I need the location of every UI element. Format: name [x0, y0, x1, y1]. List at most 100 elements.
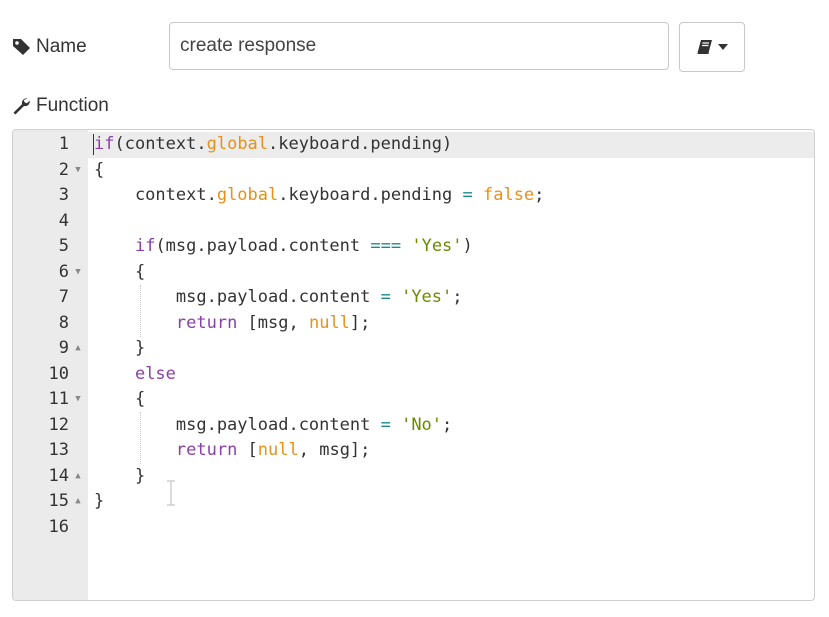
code-token: (msg.payload.content: [155, 236, 371, 256]
code-line[interactable]: 9 ▲ }: [13, 336, 814, 362]
line-number: 6: [58, 261, 69, 282]
code-token: .keyboard.pending): [268, 134, 453, 154]
code-token: }: [94, 465, 146, 486]
code-token: {: [94, 389, 146, 409]
code-line[interactable]: 3 context.global.keyboard.pending = fals…: [13, 183, 814, 209]
code-token: =: [380, 414, 391, 435]
line-number: 15: [48, 491, 69, 511]
code-line[interactable]: 2 ▼ {: [13, 158, 814, 184]
code-text: {: [94, 158, 104, 184]
code-text: else: [94, 362, 176, 388]
fold-open-icon[interactable]: ▼: [72, 260, 84, 286]
line-number: 2: [58, 159, 69, 180]
book-icon: [697, 40, 712, 54]
code-line[interactable]: 12 msg.payload.content = 'No';: [13, 413, 814, 439]
line-number: 11: [48, 389, 69, 409]
code-text: }: [94, 336, 145, 362]
line-number: 9: [58, 338, 69, 358]
fold-open-icon[interactable]: ▼: [72, 158, 84, 184]
line-number: 8: [58, 312, 69, 333]
code-token: }: [94, 491, 105, 511]
line-number: 3: [58, 185, 69, 205]
code-token: 'Yes': [411, 236, 463, 256]
code-text: if(context.global.keyboard.pending): [94, 132, 452, 158]
indent-guide: [140, 285, 141, 337]
code-line[interactable]: 7 msg.payload.content = 'Yes';: [13, 285, 814, 311]
code-lines[interactable]: 1 if(context.global.keyboard.pending) 2 ▼{3…: [13, 132, 814, 540]
code-token: if: [94, 134, 115, 154]
code-text: if(msg.payload.content === 'Yes'): [94, 234, 473, 260]
fold-close-icon[interactable]: ▲: [72, 464, 84, 490]
code-text: msg.payload.content = 'No';: [94, 413, 452, 439]
code-text: {: [94, 387, 145, 413]
code-token: , msg];: [298, 440, 371, 460]
name-input[interactable]: [169, 22, 669, 70]
line-number: 13: [48, 440, 69, 460]
code-token: return: [175, 312, 238, 333]
code-token: null: [257, 440, 299, 460]
code-token: =: [462, 185, 473, 205]
code-line[interactable]: 10 else: [13, 362, 814, 388]
code-token: ;: [534, 185, 545, 205]
code-line[interactable]: 11 ▼ {: [13, 387, 814, 413]
code-line[interactable]: 5 if(msg.payload.content === 'Yes'): [13, 234, 814, 260]
code-line[interactable]: 14 ▲ }: [13, 464, 814, 490]
line-number: 4: [58, 210, 69, 231]
name-row: Name: [12, 22, 752, 74]
name-label: Name: [12, 36, 87, 58]
code-token: {: [94, 159, 105, 180]
code-token: ;: [442, 414, 453, 435]
fold-close-icon[interactable]: ▲: [72, 336, 84, 362]
line-number: 7: [58, 287, 69, 307]
line-number: 14: [48, 465, 69, 486]
code-token: =: [380, 287, 391, 307]
code-token: ;: [452, 287, 463, 307]
code-line[interactable]: 8 return [msg, null];: [13, 311, 814, 337]
fold-close-icon[interactable]: ▲: [72, 489, 84, 515]
code-token: return: [175, 440, 238, 460]
code-line[interactable]: 16: [13, 515, 814, 541]
code-line[interactable]: 1 if(context.global.keyboard.pending): [13, 132, 814, 158]
code-text: msg.payload.content = 'Yes';: [94, 285, 463, 311]
code-line[interactable]: 15 ▲}: [13, 489, 814, 515]
code-token: global: [216, 185, 279, 205]
code-text: }: [94, 489, 104, 515]
code-token: msg.payload.content: [94, 287, 381, 307]
code-text: return [null, msg];: [94, 438, 371, 464]
line-number: 1: [58, 134, 69, 154]
code-token: ): [462, 236, 473, 256]
code-line[interactable]: 6 ▼ {: [13, 260, 814, 286]
code-text: context.global.keyboard.pending = false;: [94, 183, 544, 209]
code-token: (context.: [114, 134, 207, 154]
library-button[interactable]: [679, 22, 745, 72]
code-text: }: [94, 464, 145, 490]
text-cursor: [93, 134, 94, 155]
line-number: 10: [48, 363, 69, 384]
caret-down-icon: [717, 44, 728, 50]
code-editor[interactable]: 1 if(context.global.keyboard.pending) 2 ▼{3…: [12, 129, 815, 601]
code-token: global: [206, 134, 269, 154]
code-token: [msg,: [237, 312, 309, 333]
function-label: Function: [12, 95, 109, 117]
code-line[interactable]: 13 return [null, msg];: [13, 438, 814, 464]
mouse-ibeam-icon: [167, 480, 175, 506]
fold-open-icon[interactable]: ▼: [72, 387, 84, 413]
line-number: 16: [48, 516, 69, 537]
code-token: else: [134, 363, 176, 384]
code-token: null: [308, 312, 350, 333]
code-text: return [msg, null];: [94, 311, 371, 337]
code-text: {: [94, 260, 145, 286]
code-token: ];: [349, 312, 371, 333]
tag-icon: [13, 39, 30, 55]
code-token: }: [94, 338, 146, 358]
code-line[interactable]: 4: [13, 209, 814, 235]
code-token: msg.payload.content: [94, 414, 381, 435]
wrench-icon: [13, 98, 30, 115]
function-row: Function: [12, 95, 312, 121]
code-token: 'Yes': [401, 287, 453, 307]
